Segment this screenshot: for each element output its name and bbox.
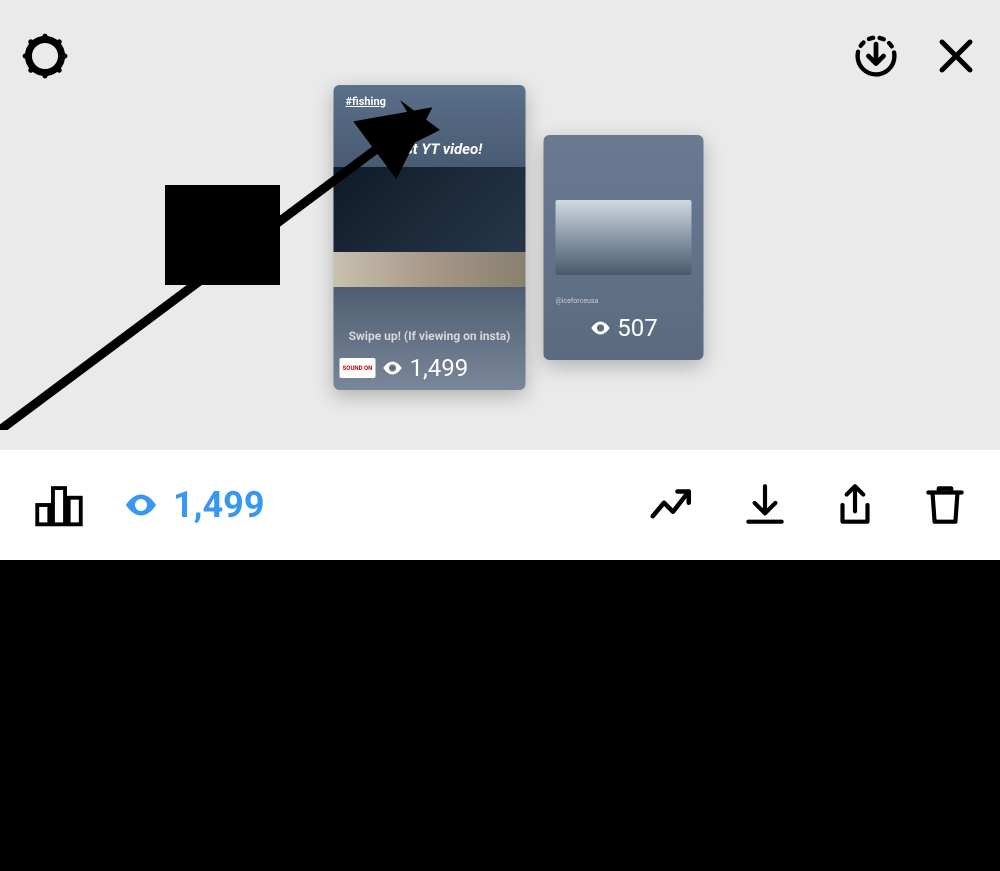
story-card-primary[interactable]: #fishing Latest YT video! Swipe up! (If … xyxy=(334,85,526,390)
header-bar xyxy=(0,30,1000,82)
story-views-primary: 1,499 xyxy=(334,354,526,382)
story-title: Latest YT video! xyxy=(334,140,526,158)
story-thumbnail-image xyxy=(334,167,526,287)
story-caption: Swipe up! (If viewing on insta) xyxy=(334,329,526,345)
delete-button[interactable] xyxy=(920,480,970,530)
views-number: 507 xyxy=(617,314,657,342)
eye-icon xyxy=(123,487,159,523)
stories-row: #fishing Latest YT video! Swipe up! (If … xyxy=(334,85,704,390)
story-hashtag: #fishing xyxy=(346,95,386,108)
download-button[interactable] xyxy=(740,480,790,530)
story-toolbar: 1,499 xyxy=(0,450,1000,560)
save-download-button[interactable] xyxy=(850,30,902,82)
eye-icon xyxy=(589,317,611,339)
redaction-block xyxy=(165,185,280,285)
views-number: 1,499 xyxy=(410,354,469,382)
story-card-secondary[interactable]: @iceforceusa 507 xyxy=(544,135,704,360)
views-counter[interactable]: 1,499 xyxy=(123,484,264,526)
share-button[interactable] xyxy=(830,480,880,530)
viewers-panel xyxy=(0,560,1000,871)
close-button[interactable] xyxy=(932,32,980,80)
promote-button[interactable] xyxy=(646,478,700,532)
settings-button[interactable] xyxy=(20,31,70,81)
story-mention-tag: @iceforceusa xyxy=(556,297,599,305)
eye-icon xyxy=(382,357,404,379)
story-thumbnail-image xyxy=(556,200,692,275)
insights-button[interactable] xyxy=(30,476,88,534)
story-views-secondary: 507 xyxy=(544,314,704,342)
story-thumbnails-area: #fishing Latest YT video! Swipe up! (If … xyxy=(0,0,1000,450)
views-number: 1,499 xyxy=(173,484,264,526)
